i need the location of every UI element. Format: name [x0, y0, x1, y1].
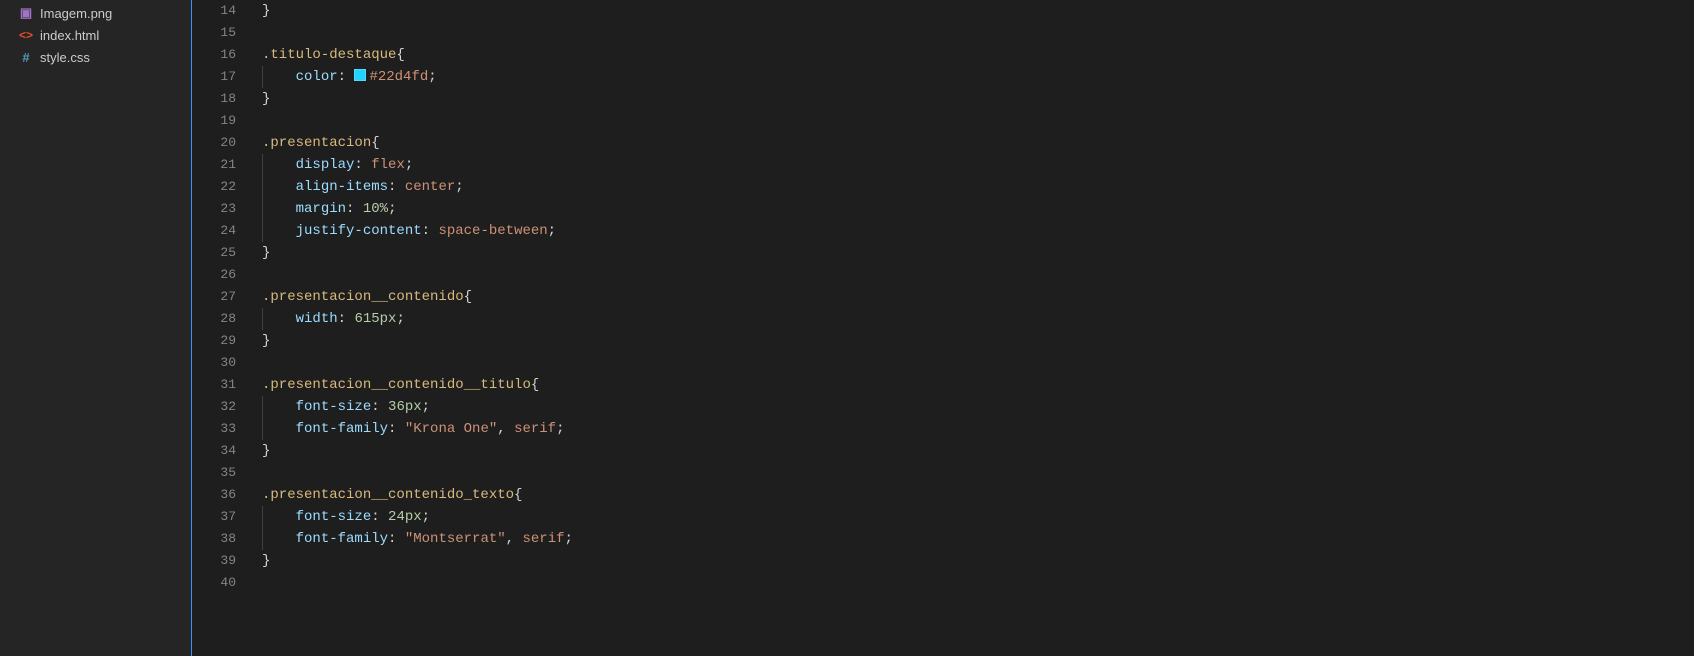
line-number: 37	[192, 506, 254, 528]
line-number: 35	[192, 462, 254, 484]
code-line[interactable]: .presentacion{	[262, 132, 1694, 154]
code-line[interactable]: font-family: "Montserrat", serif;	[262, 528, 1694, 550]
code-line[interactable]	[262, 352, 1694, 374]
code-line[interactable]	[262, 462, 1694, 484]
code-line[interactable]	[262, 572, 1694, 594]
code-line[interactable]: align-items: center;	[262, 176, 1694, 198]
line-number: 20	[192, 132, 254, 154]
line-number: 31	[192, 374, 254, 396]
line-gutter: 1415161718192021222324252627282930313233…	[192, 0, 254, 656]
code-line[interactable]: }	[262, 242, 1694, 264]
file-explorer: ▣ Imagem.png <> index.html # style.css	[0, 0, 192, 656]
line-number: 17	[192, 66, 254, 88]
code-line[interactable]: font-size: 36px;	[262, 396, 1694, 418]
line-number: 23	[192, 198, 254, 220]
code-line[interactable]	[262, 22, 1694, 44]
file-item-Imagem-png[interactable]: ▣ Imagem.png	[0, 2, 191, 24]
code-line[interactable]: margin: 10%;	[262, 198, 1694, 220]
file-label: Imagem.png	[40, 6, 112, 21]
line-number: 15	[192, 22, 254, 44]
code-area[interactable]: } .titulo-destaque{ color: #22d4fd;} .pres…	[254, 0, 1694, 656]
line-number: 27	[192, 286, 254, 308]
line-number: 21	[192, 154, 254, 176]
file-label: index.html	[40, 28, 99, 43]
code-line[interactable]: }	[262, 550, 1694, 572]
line-number: 14	[192, 0, 254, 22]
line-number: 32	[192, 396, 254, 418]
code-line[interactable]: .presentacion__contenido{	[262, 286, 1694, 308]
line-number: 24	[192, 220, 254, 242]
css-icon: #	[18, 49, 34, 65]
line-number: 18	[192, 88, 254, 110]
html-icon: <>	[18, 27, 34, 43]
code-line[interactable]: }	[262, 0, 1694, 22]
line-number: 25	[192, 242, 254, 264]
line-number: 29	[192, 330, 254, 352]
code-line[interactable]: font-family: "Krona One", serif;	[262, 418, 1694, 440]
image-icon: ▣	[18, 5, 34, 21]
line-number: 30	[192, 352, 254, 374]
code-line[interactable]: font-size: 24px;	[262, 506, 1694, 528]
file-label: style.css	[40, 50, 90, 65]
code-line[interactable]: }	[262, 330, 1694, 352]
code-line[interactable]: .titulo-destaque{	[262, 44, 1694, 66]
code-line[interactable]: .presentacion__contenido__titulo{	[262, 374, 1694, 396]
line-number: 36	[192, 484, 254, 506]
code-line[interactable]: color: #22d4fd;	[262, 66, 1694, 88]
line-number: 28	[192, 308, 254, 330]
code-line[interactable]: }	[262, 440, 1694, 462]
line-number: 34	[192, 440, 254, 462]
code-line[interactable]: justify-content: space-between;	[262, 220, 1694, 242]
line-number: 39	[192, 550, 254, 572]
code-line[interactable]	[262, 264, 1694, 286]
code-line[interactable]: }	[262, 88, 1694, 110]
code-editor[interactable]: 1415161718192021222324252627282930313233…	[192, 0, 1694, 656]
code-line[interactable]: width: 615px;	[262, 308, 1694, 330]
line-number: 19	[192, 110, 254, 132]
code-line[interactable]	[262, 110, 1694, 132]
line-number: 33	[192, 418, 254, 440]
line-number: 16	[192, 44, 254, 66]
line-number: 40	[192, 572, 254, 594]
file-item-style-css[interactable]: # style.css	[0, 46, 191, 68]
line-number: 22	[192, 176, 254, 198]
file-item-index-html[interactable]: <> index.html	[0, 24, 191, 46]
line-number: 38	[192, 528, 254, 550]
code-line[interactable]: display: flex;	[262, 154, 1694, 176]
line-number: 26	[192, 264, 254, 286]
code-line[interactable]: .presentacion__contenido_texto{	[262, 484, 1694, 506]
